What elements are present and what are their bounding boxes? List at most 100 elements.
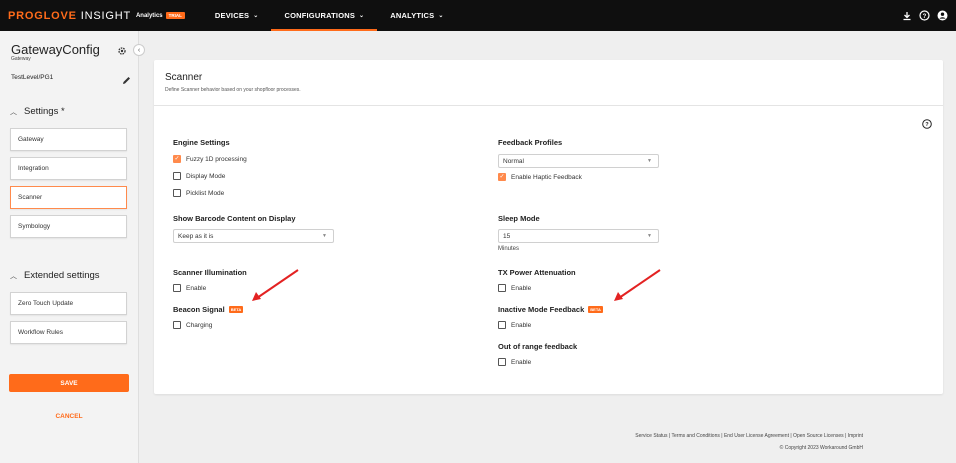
illumination-enable-label: Enable — [186, 284, 207, 292]
sidebar-item-label: Integration — [18, 165, 49, 172]
sleep-mode-value: 15 — [503, 232, 511, 240]
sidebar-item-label: Gateway — [18, 136, 44, 143]
download-icon[interactable] — [901, 10, 912, 21]
sleep-mode-title: Sleep Mode — [498, 214, 540, 223]
sidebar-item-workflow-rules[interactable]: Workflow Rules — [10, 321, 127, 344]
checkbox-unchecked[interactable] — [498, 358, 506, 366]
config-sidebar: GatewayConfig Gateway TestLevel/PG1 ︿ Se… — [0, 31, 139, 463]
fuzzy-1d-label: Fuzzy 1D processing — [186, 155, 247, 163]
chevron-down-icon: ⌄ — [253, 13, 259, 19]
barcode-display-title: Show Barcode Content on Display — [173, 214, 296, 223]
help-icon[interactable]: ? — [919, 10, 930, 21]
beacon-signal-title: Beacon Signal BETA — [173, 305, 244, 314]
sidebar-item-label: Scanner — [18, 194, 43, 201]
brand-proglove: PROGLOVE — [8, 9, 77, 22]
checkbox-unchecked[interactable] — [173, 189, 181, 197]
beacon-signal-label: Beacon Signal — [173, 305, 225, 314]
sleep-mode-select[interactable]: 15 ▼ — [498, 229, 659, 243]
checkbox-checked[interactable] — [173, 155, 181, 163]
config-title: GatewayConfig — [11, 42, 100, 57]
nav-configurations-label: CONFIGURATIONS — [284, 11, 356, 20]
checkbox-checked[interactable] — [498, 173, 506, 181]
config-path: TestLevel/PG1 — [11, 74, 54, 81]
checkbox-unchecked[interactable] — [498, 284, 506, 292]
cancel-button[interactable]: CANCEL — [9, 409, 129, 423]
save-button[interactable]: SAVE — [9, 374, 129, 392]
sidebar-item-symbology[interactable]: Symbology — [10, 215, 127, 238]
svg-text:?: ? — [923, 14, 927, 20]
fuzzy-1d-checkbox[interactable]: Fuzzy 1D processing — [173, 155, 247, 163]
sidebar-item-gateway[interactable]: Gateway — [10, 128, 127, 151]
display-mode-checkbox[interactable]: Display Mode — [173, 172, 225, 180]
brand-insight: INSIGHT — [80, 9, 131, 22]
nav-analytics[interactable]: ANALYTICS ⌄ — [377, 0, 456, 31]
chevron-down-icon: ⌄ — [359, 13, 365, 19]
checkbox-unchecked[interactable] — [498, 321, 506, 329]
footer-copyright: © Copyright 2023 Workaround GmbH — [779, 445, 863, 451]
beacon-charging-checkbox[interactable]: Charging — [173, 321, 212, 329]
picklist-mode-checkbox[interactable]: Picklist Mode — [173, 189, 224, 197]
display-mode-label: Display Mode — [186, 172, 226, 180]
trial-badge: TRIAL — [165, 12, 185, 19]
picklist-mode-label: Picklist Mode — [186, 189, 225, 197]
help-icon[interactable]: ? — [922, 116, 932, 129]
inactive-mode-title: Inactive Mode Feedback BETA — [498, 305, 603, 314]
chevron-up-icon: ︿ — [10, 108, 17, 116]
sidebar-item-label: Workflow Rules — [18, 329, 64, 336]
nav-devices[interactable]: DEVICES ⌄ — [202, 0, 272, 31]
barcode-display-value: Keep as it is — [178, 232, 214, 240]
settings-section-header[interactable]: ︿ Settings * — [10, 106, 65, 117]
illumination-enable-checkbox[interactable]: Enable — [173, 284, 206, 292]
gear-icon[interactable] — [117, 43, 127, 55]
sidebar-item-integration[interactable]: Integration — [10, 157, 127, 180]
haptic-feedback-checkbox[interactable]: Enable Haptic Feedback — [498, 173, 582, 181]
brand-logo[interactable]: PROGLOVE INSIGHT Analytics TRIAL — [8, 10, 185, 22]
annotation-arrow-icon — [614, 269, 661, 301]
tx-power-enable-checkbox[interactable]: Enable — [498, 284, 531, 292]
pencil-icon[interactable] — [122, 72, 131, 84]
chevron-down-icon: ⌄ — [438, 13, 444, 19]
chevron-down-icon: ▼ — [322, 233, 327, 239]
feedback-profile-select[interactable]: Normal ▼ — [498, 154, 659, 168]
sleep-mode-unit: Minutes — [498, 246, 520, 252]
main-nav: DEVICES ⌄ CONFIGURATIONS ⌄ ANALYTICS ⌄ — [202, 0, 457, 31]
account-icon[interactable] — [937, 10, 948, 21]
checkbox-unchecked[interactable] — [173, 172, 181, 180]
nav-configurations[interactable]: CONFIGURATIONS ⌄ — [271, 0, 378, 31]
config-type: Gateway — [11, 56, 31, 62]
sidebar-item-label: Symbology — [18, 223, 51, 230]
nav-devices-label: DEVICES — [214, 11, 250, 20]
extended-section-header[interactable]: ︿ Extended settings — [10, 270, 100, 281]
out-of-range-title: Out of range feedback — [498, 342, 578, 351]
page-description: Define Scanner behavior based on your sh… — [165, 87, 301, 93]
beacon-charging-label: Charging — [186, 321, 213, 329]
barcode-display-select[interactable]: Keep as it is ▼ — [173, 229, 334, 243]
footer-links[interactable]: Service Status | Terms and Conditions | … — [635, 433, 863, 439]
sidebar-item-zero-touch-update[interactable]: Zero Touch Update — [10, 292, 127, 315]
brand-analytics: Analytics — [135, 12, 163, 19]
out-of-range-enable-checkbox[interactable]: Enable — [498, 358, 531, 366]
chevron-up-icon: ︿ — [10, 272, 17, 280]
scanner-illumination-title: Scanner Illumination — [173, 268, 247, 277]
engine-settings-title: Engine Settings — [173, 138, 230, 147]
inactive-mode-enable-checkbox[interactable]: Enable — [498, 321, 531, 329]
nav-analytics-label: ANALYTICS — [390, 11, 435, 20]
tx-power-title: TX Power Attenuation — [498, 268, 576, 277]
annotation-arrow-icon — [252, 269, 299, 301]
inactive-mode-label: Inactive Mode Feedback — [498, 305, 585, 314]
extended-header-label: Extended settings — [24, 270, 100, 281]
settings-header-label: Settings * — [24, 106, 65, 117]
sidebar-item-label: Zero Touch Update — [18, 300, 74, 307]
collapse-sidebar-button[interactable]: ‹ — [133, 44, 145, 56]
checkbox-unchecked[interactable] — [173, 321, 181, 329]
page-title: Scanner — [165, 72, 203, 83]
svg-text:?: ? — [925, 122, 929, 128]
top-navigation-bar: PROGLOVE INSIGHT Analytics TRIAL DEVICES… — [0, 0, 956, 31]
checkbox-unchecked[interactable] — [173, 284, 181, 292]
feedback-profile-value: Normal — [503, 157, 524, 165]
out-of-range-enable-label: Enable — [511, 358, 532, 366]
chevron-down-icon: ▼ — [647, 158, 652, 164]
sidebar-item-scanner[interactable]: Scanner — [10, 186, 127, 209]
beta-badge: BETA — [228, 306, 244, 313]
beta-badge: BETA — [588, 306, 603, 313]
